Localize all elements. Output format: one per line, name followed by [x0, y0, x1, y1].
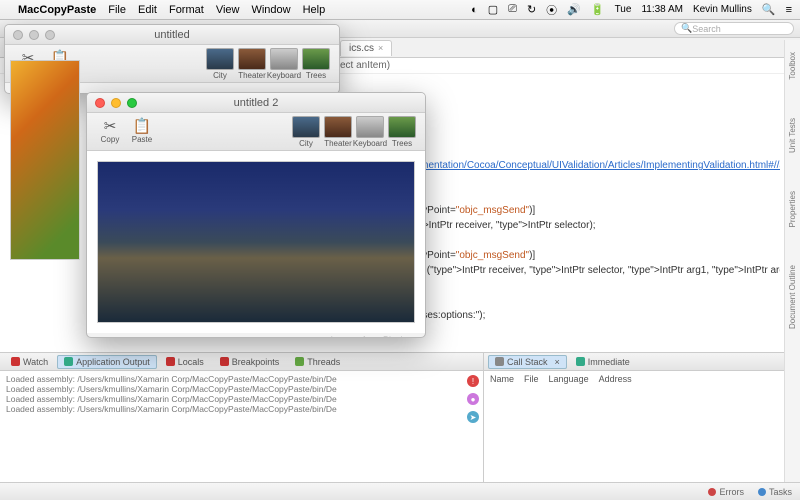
output-line: Loaded assembly: /Users/kmullins/Xamarin… [6, 374, 477, 384]
error-marker-icon[interactable]: ! [467, 375, 479, 387]
image-caption: Images from Pixabay [87, 333, 425, 338]
output-panel-tabs: Watch Application Output Locals Breakpoi… [0, 353, 483, 371]
titlebar[interactable]: untitled 2 [87, 93, 425, 113]
menu-file[interactable]: File [108, 4, 126, 16]
menu-edit[interactable]: Edit [138, 4, 157, 16]
window-title: untitled 2 [87, 97, 425, 109]
sync-icon[interactable]: ↻ [527, 3, 536, 16]
output-line: Loaded assembly: /Users/kmullins/Xamarin… [6, 394, 477, 404]
tab-breakpoints[interactable]: Breakpoints [213, 355, 287, 369]
menubar-user[interactable]: Kevin Mullins [693, 4, 752, 15]
ide-bottom-panels: Watch Application Output Locals Breakpoi… [0, 352, 784, 482]
col-name[interactable]: Name [490, 374, 514, 384]
paste-button[interactable]: 📋Paste [127, 119, 157, 144]
ide-right-sidebar: Toolbox Unit Tests Properties Document O… [784, 40, 800, 500]
close-tab-icon[interactable]: × [378, 43, 383, 53]
thumb-theater[interactable]: Theater [237, 48, 267, 80]
callstack-tabs: Call Stack× Immediate [484, 353, 784, 371]
app-toolbar: ✂︎Copy 📋Paste City Theater Keyboard Tree… [87, 113, 425, 151]
scissors-icon: ✂︎ [104, 119, 117, 135]
thumb-keyboard[interactable]: Keyboard [355, 116, 385, 148]
output-body[interactable]: Loaded assembly: /Users/kmullins/Xamarin… [0, 371, 483, 482]
tasks-dot-icon [758, 488, 766, 496]
rail-properties[interactable]: Properties [788, 187, 797, 231]
app-menu[interactable]: MacCopyPaste [18, 4, 96, 16]
tab-watch[interactable]: Watch [4, 355, 55, 369]
thumb-city[interactable]: City [291, 116, 321, 148]
volume-icon[interactable]: 🔊 [567, 3, 581, 16]
window-title: untitled [5, 29, 339, 41]
rail-unit-tests[interactable]: Unit Tests [788, 114, 797, 157]
status-tasks[interactable]: Tasks [758, 487, 792, 497]
thumb-trees[interactable]: Trees [387, 116, 417, 148]
tab-threads[interactable]: Threads [288, 355, 347, 369]
ide-statusbar: Errors Tasks [0, 482, 800, 500]
menubar-right: ◐ ▢ ⎚ ↻ ⦿ 🔊 🔋 Tue 11:38 AM Kevin Mullins… [471, 2, 792, 18]
tab-immediate[interactable]: Immediate [569, 355, 637, 369]
rail-doc-outline[interactable]: Document Outline [788, 261, 797, 333]
tab-app-output[interactable]: Application Output [57, 355, 157, 369]
image-preview-coast [97, 161, 415, 323]
callstack-columns: Name File Language Address [484, 371, 784, 387]
output-line: Loaded assembly: /Users/kmullins/Xamarin… [6, 384, 477, 394]
search-placeholder: Search [692, 24, 721, 34]
menu-help[interactable]: Help [303, 4, 326, 16]
info-marker-icon[interactable]: ➤ [467, 411, 479, 423]
menubar-time[interactable]: 11:38 AM [641, 4, 683, 15]
image-preview-autumn [10, 60, 80, 260]
thumb-theater[interactable]: Theater [323, 116, 353, 148]
status-icon[interactable]: ◐ [471, 4, 478, 16]
output-panel: Watch Application Output Locals Breakpoi… [0, 353, 484, 482]
tab-call-stack[interactable]: Call Stack× [488, 355, 567, 369]
spotlight-icon[interactable]: 🔍 [762, 3, 776, 16]
copy-button[interactable]: ✂︎Copy [95, 119, 125, 144]
display-icon[interactable]: ⎚ [508, 3, 517, 16]
bookmark-marker-icon[interactable]: ● [467, 393, 479, 405]
clipboard-icon: 📋 [133, 119, 152, 135]
mac-menubar: MacCopyPaste File Edit Format View Windo… [0, 0, 800, 20]
ide-search-field[interactable]: 🔍 Search [674, 22, 794, 35]
menu-format[interactable]: Format [169, 4, 204, 16]
thumb-trees[interactable]: Trees [301, 48, 331, 80]
rail-toolbox[interactable]: Toolbox [788, 48, 797, 84]
airplay-icon[interactable]: ▢ [488, 3, 498, 16]
col-address[interactable]: Address [599, 374, 632, 384]
notifications-icon[interactable]: ≡ [786, 4, 792, 16]
status-errors[interactable]: Errors [708, 487, 744, 497]
menu-window[interactable]: Window [251, 4, 290, 16]
app-window-untitled-2[interactable]: untitled 2 ✂︎Copy 📋Paste City Theater Ke… [86, 92, 426, 338]
titlebar[interactable]: untitled [5, 25, 339, 45]
editor-tab-label: ics.cs [349, 43, 374, 54]
error-dot-icon [708, 488, 716, 496]
editor-tab[interactable]: ics.cs × [340, 40, 392, 56]
col-language[interactable]: Language [549, 374, 589, 384]
output-line: Loaded assembly: /Users/kmullins/Xamarin… [6, 404, 477, 414]
menubar-day[interactable]: Tue [615, 4, 632, 15]
menu-view[interactable]: View [216, 4, 240, 16]
thumb-keyboard[interactable]: Keyboard [269, 48, 299, 80]
battery-icon[interactable]: 🔋 [591, 3, 605, 16]
col-file[interactable]: File [524, 374, 539, 384]
callstack-panel: Call Stack× Immediate Name File Language… [484, 353, 784, 482]
thumb-city[interactable]: City [205, 48, 235, 80]
image-viewport [87, 151, 425, 333]
tab-locals[interactable]: Locals [159, 355, 211, 369]
wifi-icon[interactable]: ⦿ [546, 2, 557, 18]
